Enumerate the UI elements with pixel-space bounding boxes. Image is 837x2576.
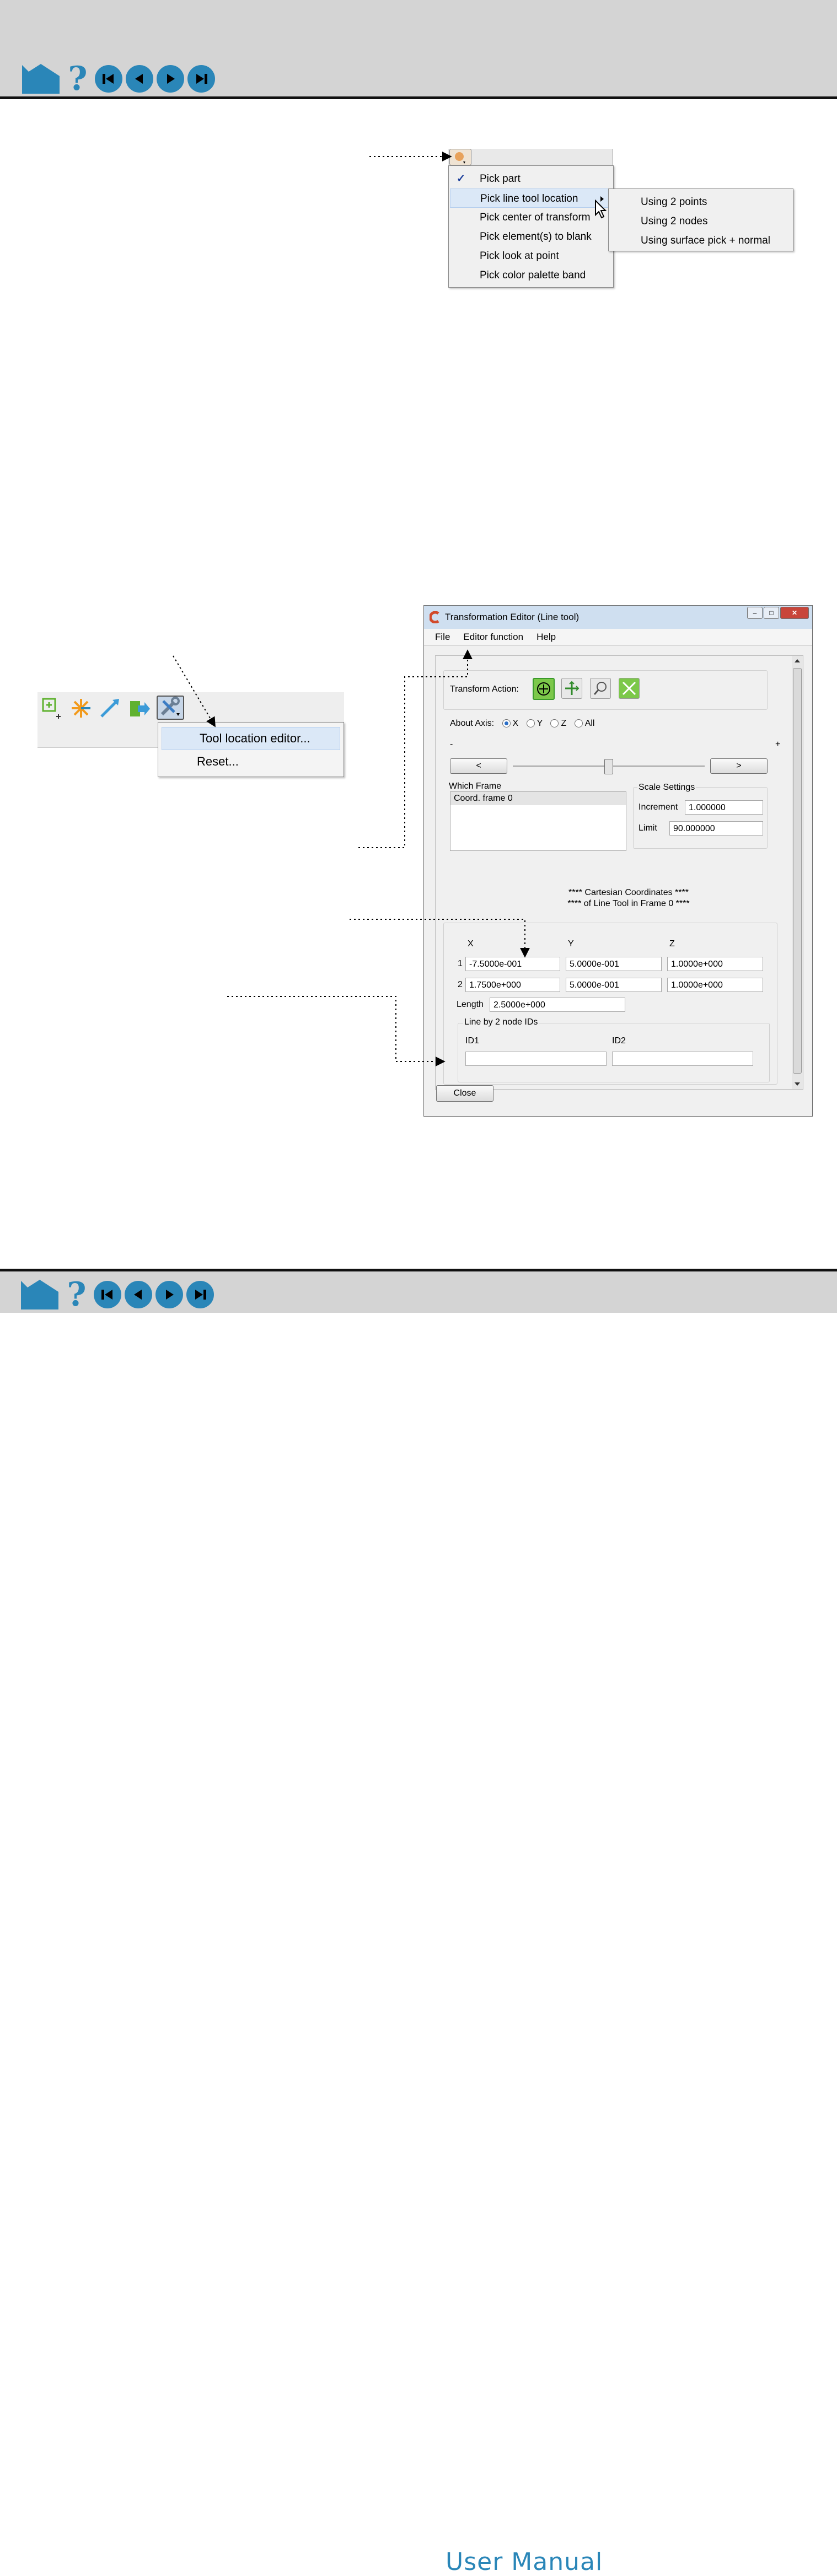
- arrow-to-editor-function-menu: [358, 649, 473, 848]
- bottom-navigation-bar: ? User Manual: [0, 1269, 837, 2576]
- bottom-nav-buttons: ?: [20, 1278, 214, 1311]
- arrow-to-point1-x-field: [350, 919, 530, 958]
- help-icon[interactable]: ?: [63, 1278, 90, 1311]
- previous-page-icon[interactable]: [125, 1281, 152, 1308]
- home-icon[interactable]: [20, 1279, 60, 1311]
- first-page-icon[interactable]: [94, 1281, 121, 1308]
- last-page-icon[interactable]: [186, 1281, 214, 1308]
- callout-arrows: [173, 152, 530, 1066]
- arrow-to-tool-location-editor: [173, 655, 216, 727]
- footer-title: User Manual: [446, 2548, 603, 2576]
- next-page-icon[interactable]: [155, 1281, 183, 1308]
- arrow-to-line-by-nodes-group: [227, 996, 446, 1066]
